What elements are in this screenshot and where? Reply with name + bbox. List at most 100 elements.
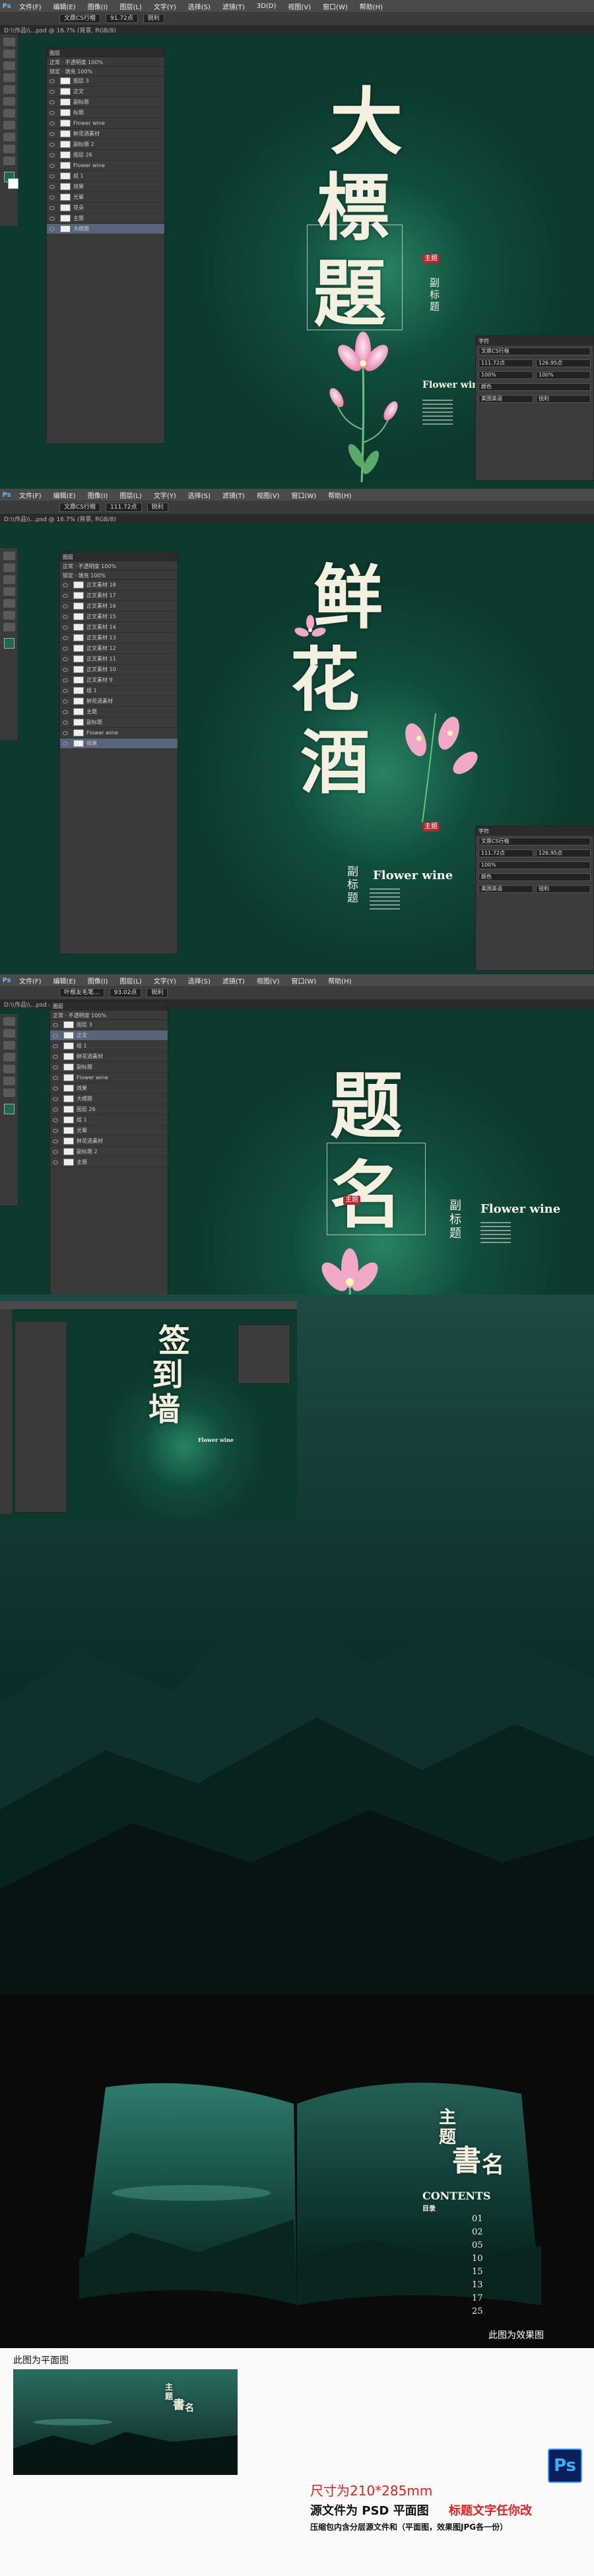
- visibility-eye-icon[interactable]: [50, 89, 55, 94]
- font-family-field[interactable]: 叶根友毛笔...: [59, 988, 104, 997]
- move-tool-icon[interactable]: [3, 1017, 15, 1026]
- menu-window[interactable]: 窗口(W): [317, 1, 354, 11]
- layer-row[interactable]: 副标题 2: [47, 139, 164, 150]
- char-scale-field[interactable]: 100%: [478, 861, 591, 869]
- brush-tool-icon[interactable]: [3, 85, 15, 94]
- lasso-tool-icon[interactable]: [3, 61, 15, 70]
- text-selection-box[interactable]: [327, 1143, 426, 1235]
- layer-row[interactable]: 正文素材 13: [60, 633, 178, 643]
- layer-row[interactable]: 组 1: [47, 171, 164, 182]
- menu-filter[interactable]: 滤镜(T): [216, 490, 251, 500]
- visibility-eye-icon[interactable]: [53, 1118, 58, 1122]
- visibility-eye-icon[interactable]: [53, 1022, 58, 1027]
- font-family-field[interactable]: 文鼎CS行楷: [59, 503, 100, 512]
- visibility-eye-icon[interactable]: [63, 699, 68, 703]
- brush-tool-icon[interactable]: [3, 587, 15, 596]
- layer-row[interactable]: 鲜花酒素材: [50, 1136, 168, 1147]
- visibility-eye-icon[interactable]: [53, 1128, 58, 1133]
- layer-row[interactable]: 正文素材 11: [60, 654, 178, 664]
- menu-3d[interactable]: 3D(D): [251, 3, 282, 10]
- char-leading-field[interactable]: 126.95点: [536, 849, 591, 857]
- layer-row[interactable]: 鲜花酒素材: [50, 1052, 168, 1062]
- layers-options[interactable]: 正常 · 不透明度 100%: [47, 57, 164, 67]
- layer-row[interactable]: 光晕: [50, 1126, 168, 1136]
- layer-row[interactable]: 正文素材 16: [60, 601, 178, 612]
- visibility-eye-icon[interactable]: [63, 646, 68, 651]
- move-tool-icon[interactable]: [3, 38, 15, 46]
- visibility-eye-icon[interactable]: [50, 216, 55, 221]
- menu-view[interactable]: 视图(V): [251, 976, 286, 985]
- layer-row[interactable]: 副标题: [47, 97, 164, 108]
- char-aa-field[interactable]: 锐利: [536, 395, 591, 403]
- menu-edit[interactable]: 编辑(E): [48, 490, 82, 500]
- layer-row[interactable]: 副标题 2: [50, 1147, 168, 1157]
- type-tool-icon[interactable]: [3, 599, 15, 608]
- visibility-eye-icon[interactable]: [50, 110, 55, 115]
- visibility-eye-icon[interactable]: [50, 100, 55, 104]
- char-size-field[interactable]: 111.72点: [478, 359, 533, 367]
- layer-row[interactable]: 正文: [47, 87, 164, 97]
- layer-row[interactable]: Flower wine: [50, 1073, 168, 1083]
- menu-type[interactable]: 文字(Y): [148, 976, 182, 985]
- layer-row[interactable]: 标题: [47, 108, 164, 118]
- char-aa-field[interactable]: 锐利: [536, 885, 591, 893]
- marquee-tool-icon[interactable]: [3, 563, 15, 572]
- background-color-swatch[interactable]: [8, 178, 18, 189]
- visibility-eye-icon[interactable]: [53, 1107, 58, 1112]
- visibility-eye-icon[interactable]: [63, 625, 68, 629]
- menu-file[interactable]: 文件(F): [13, 976, 48, 985]
- visibility-eye-icon[interactable]: [63, 709, 68, 714]
- visibility-eye-icon[interactable]: [53, 1149, 58, 1154]
- menu-select[interactable]: 选择(S): [182, 490, 216, 500]
- visibility-eye-icon[interactable]: [63, 593, 68, 598]
- font-size-field[interactable]: 111.72点: [106, 503, 142, 512]
- layers-options[interactable]: 正常 · 不透明度 100%: [60, 561, 178, 571]
- anti-alias-field[interactable]: 锐利: [147, 988, 168, 997]
- char-color-label[interactable]: 颜色: [478, 873, 591, 881]
- lasso-tool-icon[interactable]: [3, 1041, 15, 1050]
- layer-row[interactable]: 鲜花酒素材: [47, 129, 164, 139]
- visibility-eye-icon[interactable]: [50, 131, 55, 136]
- font-size-field[interactable]: 91.72点: [106, 14, 138, 23]
- layer-row[interactable]: 正文素材 9: [60, 675, 178, 686]
- layer-row[interactable]: 图层 26: [50, 1104, 168, 1115]
- layer-row[interactable]: 正文素材 15: [60, 612, 178, 622]
- layer-row[interactable]: 花朵: [47, 203, 164, 213]
- layers-lock[interactable]: 锁定 · 填充 100%: [60, 571, 178, 580]
- char-font-field[interactable]: 文鼎CS行楷: [478, 838, 591, 845]
- visibility-eye-icon[interactable]: [63, 583, 68, 587]
- font-size-field[interactable]: 93.02点: [109, 988, 142, 997]
- layers-lock[interactable]: 锁定 · 填充 100%: [47, 67, 164, 76]
- char-scale-field[interactable]: 100%: [478, 371, 533, 379]
- layer-row[interactable]: 组 1: [50, 1041, 168, 1052]
- type-tool-icon[interactable]: [3, 121, 15, 129]
- pen-tool-icon[interactable]: [3, 1077, 15, 1085]
- char-scale-h-field[interactable]: 100%: [536, 371, 591, 379]
- visibility-eye-icon[interactable]: [63, 720, 68, 725]
- menu-select[interactable]: 选择(S): [182, 976, 216, 985]
- menu-edit[interactable]: 编辑(E): [48, 1, 82, 11]
- marquee-tool-icon[interactable]: [3, 50, 15, 58]
- menu-image[interactable]: 图像(I): [82, 490, 114, 500]
- foreground-color-swatch[interactable]: [4, 638, 15, 649]
- brush-tool-icon[interactable]: [3, 1053, 15, 1061]
- menu-file[interactable]: 文件(F): [13, 1, 48, 11]
- layer-row[interactable]: 光晕: [47, 192, 164, 203]
- menu-image[interactable]: 图像(I): [82, 976, 114, 985]
- layer-row[interactable]: 效果: [60, 738, 178, 749]
- char-language-field[interactable]: 美国英语: [478, 395, 533, 403]
- layer-row[interactable]: 组 1: [50, 1115, 168, 1126]
- layer-row[interactable]: 效果: [50, 1083, 168, 1094]
- menu-select[interactable]: 选择(S): [182, 1, 216, 11]
- layer-row[interactable]: 效果: [47, 182, 164, 192]
- layer-row[interactable]: 正文素材 18: [60, 580, 178, 590]
- menu-edit[interactable]: 编辑(E): [48, 976, 82, 985]
- layer-row[interactable]: 副标题: [60, 717, 178, 728]
- gradient-tool-icon[interactable]: [3, 109, 15, 118]
- layer-row[interactable]: Flower wine: [47, 161, 164, 171]
- layer-row[interactable]: 副标题: [50, 1062, 168, 1073]
- visibility-eye-icon[interactable]: [53, 1044, 58, 1048]
- visibility-eye-icon[interactable]: [53, 1033, 58, 1038]
- eraser-tool-icon[interactable]: [3, 97, 15, 106]
- menu-layer[interactable]: 图层(L): [114, 1, 147, 11]
